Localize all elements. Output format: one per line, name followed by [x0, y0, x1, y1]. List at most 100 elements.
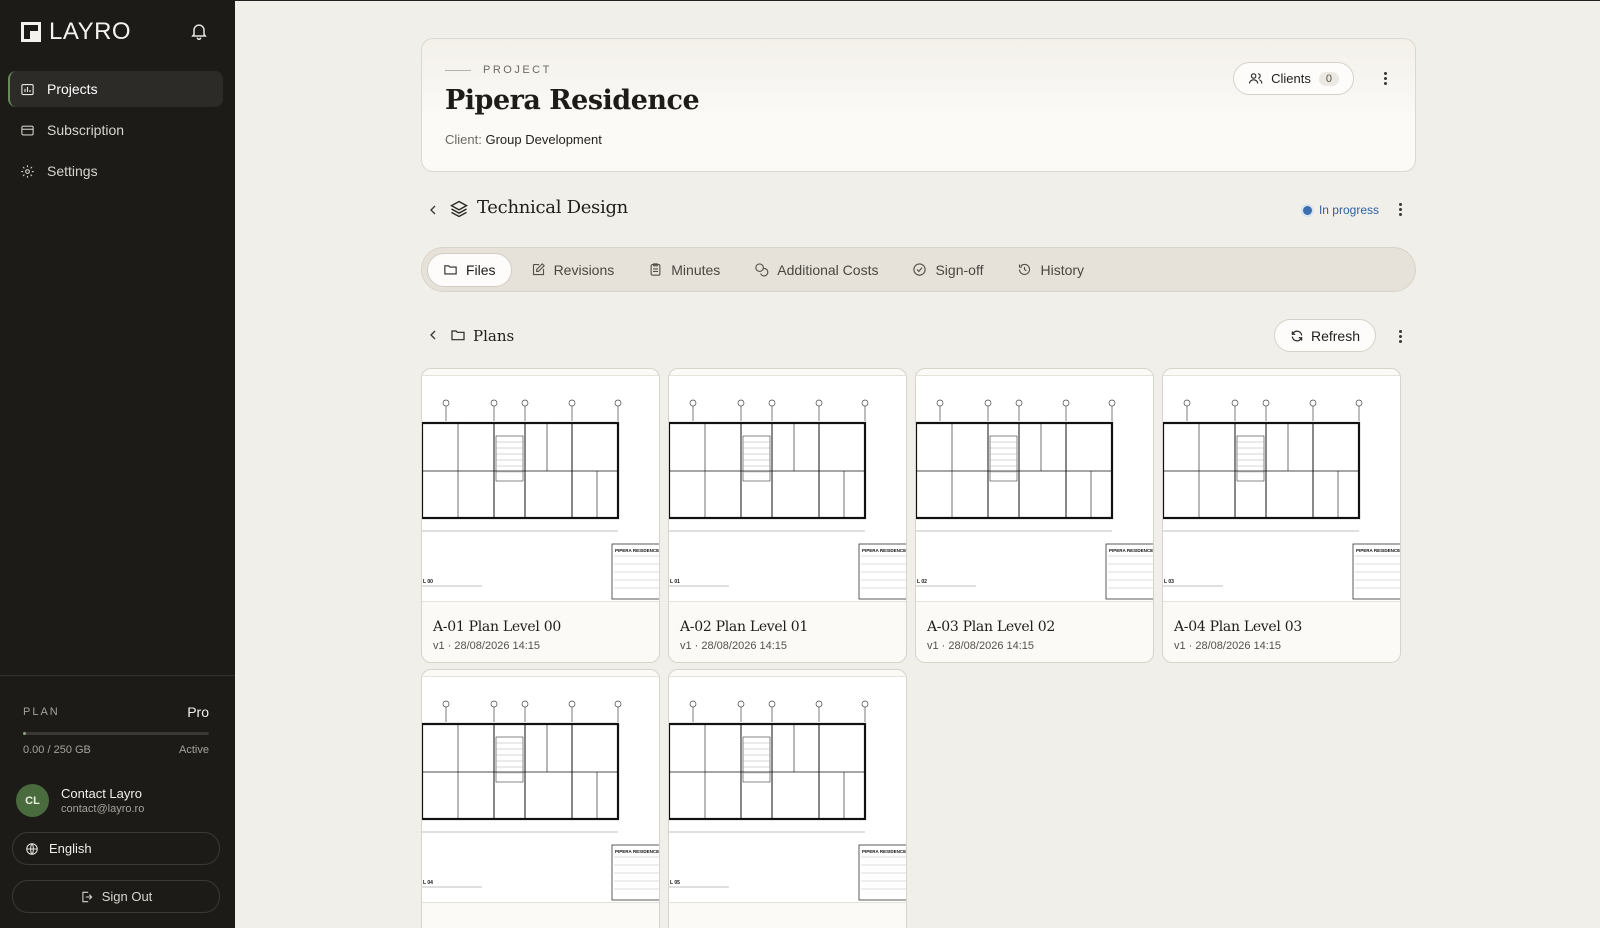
gear-icon — [21, 164, 34, 178]
language-selector[interactable]: English — [12, 832, 220, 865]
projects-icon — [21, 83, 34, 95]
tab-label: Minutes — [671, 261, 721, 278]
file-card[interactable]: PIPERA RESIDENCE L 04 — [421, 669, 660, 928]
project-more-menu-icon[interactable] — [1375, 68, 1395, 88]
file-card[interactable]: PIPERA RESIDENCE L 02 A-03 Plan Level 02… — [915, 368, 1154, 663]
file-thumbnail[interactable]: PIPERA RESIDENCE L 01 — [669, 375, 906, 602]
file-card[interactable]: PIPERA RESIDENCE L 01 A-02 Plan Level 01… — [668, 368, 907, 663]
floor-plan-thumbnail: PIPERA RESIDENCE L 04 — [422, 700, 659, 901]
plan-label: PLAN — [23, 706, 60, 718]
clients-label: Clients — [1271, 71, 1311, 86]
tab-files[interactable]: Files — [427, 252, 512, 287]
card-icon — [21, 125, 34, 135]
divider — [445, 69, 471, 71]
eyebrow-label: PROJECT — [483, 64, 552, 76]
sheet-level-text: L 00 — [423, 579, 433, 585]
file-thumbnail[interactable]: PIPERA RESIDENCE L 00 — [422, 375, 659, 602]
storage-usage-fill — [23, 732, 26, 735]
tab-label: Files — [466, 261, 496, 278]
storage-usage-bar — [23, 732, 209, 735]
tab-label: History — [1040, 261, 1085, 278]
folder-header: Plans Refresh — [421, 319, 1416, 355]
sign-out-button[interactable]: Sign Out — [12, 880, 220, 913]
bell-icon[interactable] — [189, 21, 209, 41]
file-thumbnail[interactable]: PIPERA RESIDENCE L 03 — [1163, 375, 1400, 602]
file-meta: v1 · 28/08/2026 14:15 — [1174, 640, 1282, 652]
clients-button[interactable]: Clients 0 — [1233, 62, 1354, 95]
status-label: In progress — [1318, 203, 1379, 217]
folder-title: Plans — [473, 327, 515, 345]
clipboard-icon — [650, 263, 661, 276]
logo-text: LAYRO — [49, 18, 132, 45]
project-title: Pipera Residence — [445, 85, 700, 116]
user-email: contact@layro.ro — [61, 803, 145, 815]
sheet-level-text: L 01 — [670, 579, 680, 585]
sheet-header-text: PIPERA RESIDENCE — [615, 849, 659, 854]
folder-icon — [444, 265, 457, 275]
file-thumbnail[interactable]: PIPERA RESIDENCE L 02 — [916, 375, 1153, 602]
project-header-card: PROJECT Pipera Residence Client: Group D… — [421, 38, 1416, 172]
refresh-icon — [1291, 330, 1303, 341]
sidebar-item-settings[interactable]: Settings — [8, 153, 223, 189]
main-content: PROJECT Pipera Residence Client: Group D… — [235, 0, 1600, 928]
folder-more-menu-icon[interactable] — [1390, 326, 1410, 346]
user-name: Contact Layro — [61, 786, 142, 801]
storage-usage-text: 0.00 / 250 GB — [23, 744, 91, 756]
sheet-header-text: PIPERA RESIDENCE — [615, 548, 659, 553]
sidebar-item-projects[interactable]: Projects — [8, 71, 223, 107]
floor-plan-thumbnail: PIPERA RESIDENCE L 02 — [916, 399, 1153, 600]
tab-additional-costs[interactable]: Additional Costs — [739, 253, 893, 287]
users-icon — [1249, 73, 1263, 84]
sheet-header-text: PIPERA RESIDENCE — [1109, 548, 1153, 553]
file-card[interactable]: PIPERA RESIDENCE L 05 — [668, 669, 907, 928]
sidebar-item-label: Projects — [47, 81, 98, 97]
status-badge: In progress — [1302, 203, 1379, 217]
file-title: A-04 Plan Level 03 — [1174, 619, 1302, 635]
sidebar-footer: PLAN Pro 0.00 / 250 GB Active CL Contact… — [0, 675, 235, 928]
edit-icon — [532, 263, 545, 276]
sidebar-nav: Projects Subscription Settings — [8, 71, 223, 194]
check-circle-icon — [913, 263, 927, 276]
sidebar-item-label: Subscription — [47, 122, 125, 138]
phase-more-menu-icon[interactable] — [1390, 199, 1410, 219]
tab-history[interactable]: History — [1002, 253, 1099, 287]
sidebar: LAYRO Projects Subscription Settings PLA… — [0, 0, 235, 928]
phase-header: Technical Design In progress — [421, 194, 1416, 230]
tab-label: Additional Costs — [777, 261, 879, 278]
sheet-level-text: L 02 — [917, 579, 927, 585]
refresh-button[interactable]: Refresh — [1273, 319, 1376, 352]
file-card[interactable]: PIPERA RESIDENCE L 03 A-04 Plan Level 03… — [1162, 368, 1401, 663]
tab-label: Revisions — [553, 261, 615, 278]
file-thumbnail[interactable]: PIPERA RESIDENCE L 04 — [422, 676, 659, 903]
language-label: English — [49, 841, 92, 856]
status-dot — [1302, 205, 1312, 215]
file-meta: v1 · 28/08/2026 14:15 — [433, 640, 541, 652]
clients-count-badge: 0 — [1318, 71, 1339, 86]
sign-out-label: Sign Out — [101, 889, 153, 904]
logo[interactable]: LAYRO — [21, 18, 131, 46]
file-meta: v1 · 28/08/2026 14:15 — [927, 640, 1035, 652]
phase-title: Technical Design — [477, 197, 628, 218]
tab-minutes[interactable]: Minutes — [633, 253, 735, 287]
chevron-left-icon[interactable] — [425, 202, 441, 218]
avatar: CL — [16, 784, 49, 817]
tab-revisions[interactable]: Revisions — [516, 253, 630, 287]
file-card[interactable]: PIPERA RESIDENCE L 00 A-01 Plan Level 00… — [421, 368, 660, 663]
sidebar-item-label: Settings — [47, 163, 98, 179]
tab-label: Sign-off — [935, 261, 984, 278]
plan-status: Active — [179, 744, 209, 756]
sidebar-item-subscription[interactable]: Subscription — [8, 112, 223, 148]
tab-sign-off[interactable]: Sign-off — [897, 253, 998, 287]
client-line: Client: Group Development — [445, 132, 602, 147]
globe-icon — [26, 842, 38, 855]
sheet-level-text: L 04 — [423, 880, 433, 886]
file-thumbnail[interactable]: PIPERA RESIDENCE L 05 — [669, 676, 906, 903]
phase-tabs: Files Revisions Minutes Additional Costs… — [421, 247, 1416, 292]
chevron-left-icon[interactable] — [425, 327, 441, 343]
client-value: Group Development — [485, 132, 602, 147]
floor-plan-thumbnail: PIPERA RESIDENCE L 03 — [1163, 399, 1400, 600]
user-profile[interactable]: CL Contact Layro contact@layro.ro — [16, 784, 144, 817]
file-title: A-01 Plan Level 00 — [433, 619, 561, 635]
file-title: A-02 Plan Level 01 — [680, 619, 808, 635]
file-title: A-03 Plan Level 02 — [927, 619, 1055, 635]
